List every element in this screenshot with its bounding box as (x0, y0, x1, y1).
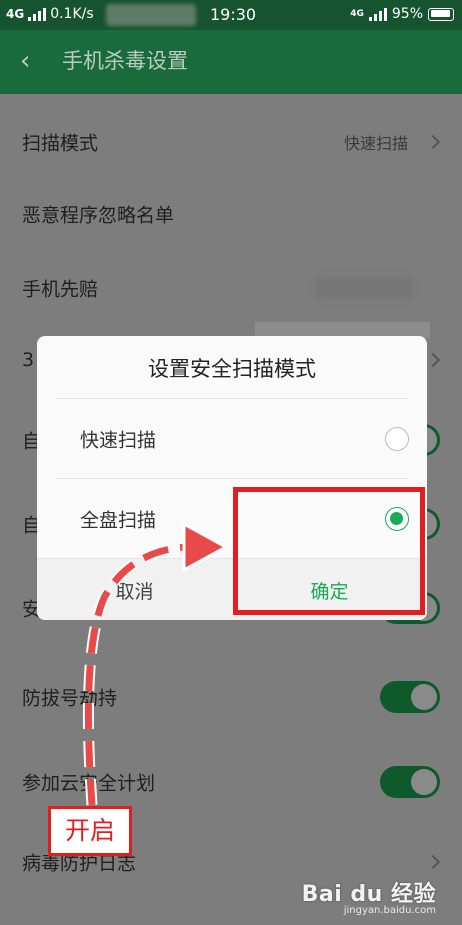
annotation-note: 开启 (48, 806, 132, 856)
watermark-logo: Bai du 经验 (301, 882, 436, 907)
watermark: Bai du 经验 jingyan.baidu.com (302, 876, 436, 916)
annotation-arrow (82, 522, 228, 806)
